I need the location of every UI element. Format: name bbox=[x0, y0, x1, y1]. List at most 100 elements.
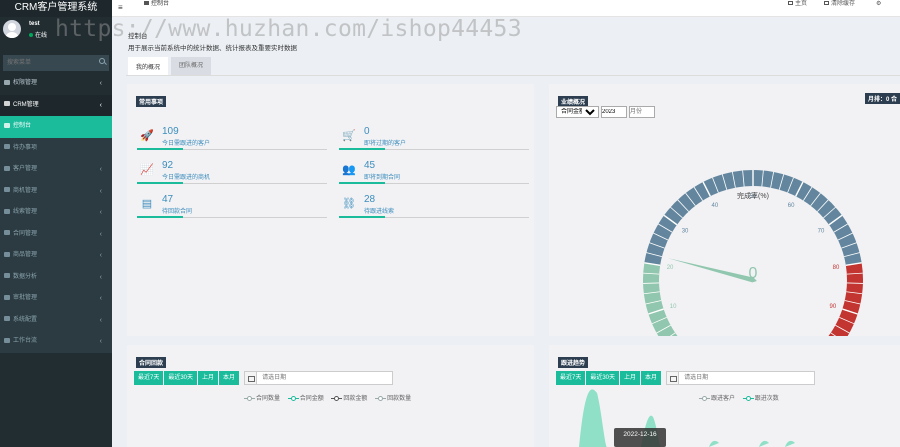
legend-label: 合同金额 bbox=[299, 396, 324, 402]
date-picker bbox=[666, 371, 816, 385]
sidebar-item[interactable]: 线索管理 ‹ bbox=[0, 202, 112, 224]
nav-clear-cache[interactable]: 清除缓存 bbox=[824, 0, 855, 16]
nav-settings[interactable]: ⚙ bbox=[876, 0, 881, 16]
legend-label: 跟进次数 bbox=[754, 396, 779, 402]
sidebar-item[interactable]: 工作台流 ‹ bbox=[0, 331, 112, 353]
chevron-left-icon: ‹ bbox=[99, 166, 102, 173]
followup-area bbox=[709, 440, 719, 447]
stat-label: 即将过期的客户 bbox=[364, 141, 407, 147]
contract-payment-panel: 合同回款 最近7天最近30天上月本月 合同数量 合同金额 回款金额 回款数量 bbox=[127, 345, 534, 447]
legend-line-icon bbox=[742, 395, 754, 401]
followup-range-buttons: 最近7天 最近30天 上月 本月 bbox=[556, 371, 816, 385]
task-stat[interactable]: ⛓ 28 待跟进线索 bbox=[339, 193, 529, 225]
chevron-left-icon: ‹ bbox=[99, 295, 102, 302]
rocket-icon: 🚀 bbox=[140, 130, 154, 142]
legend-line-icon bbox=[244, 395, 255, 401]
legend-item[interactable]: 回款金额 bbox=[331, 395, 367, 402]
date-input[interactable] bbox=[679, 371, 816, 385]
legend-line-icon bbox=[375, 395, 387, 401]
sidebar-item-label: 待办事项 bbox=[13, 144, 38, 151]
stat-value: 92 bbox=[162, 160, 174, 171]
avatar[interactable] bbox=[3, 20, 21, 38]
nav-tab-dashboard[interactable]: 控制台 bbox=[140, 0, 173, 16]
contract-range-buttons: 最近7天 最近30天 上月 本月 bbox=[134, 371, 394, 385]
stat-value: 109 bbox=[162, 126, 179, 137]
sidebar-item-label: 工作台流 bbox=[13, 338, 38, 344]
gear-icon[interactable]: ⚙ bbox=[876, 1, 881, 7]
contract-legend: 合同数量 合同金额 回款金额 回款数量 bbox=[244, 393, 417, 402]
legend-item[interactable]: 合同金额 bbox=[287, 395, 324, 402]
legend-label: 合同数量 bbox=[256, 396, 281, 402]
menu-item-icon bbox=[4, 101, 10, 107]
sidebar-item[interactable]: 数据分析 ‹ bbox=[0, 266, 112, 288]
menu-search-input[interactable] bbox=[3, 55, 109, 71]
sidebar-item[interactable]: 审批管理 ‹ bbox=[0, 288, 112, 310]
sidebar-item[interactable]: 商品管理 ‹ bbox=[0, 245, 112, 267]
stat-value: 47 bbox=[162, 194, 174, 205]
sidebar-item-label: 控制台 bbox=[13, 123, 32, 129]
search-icon[interactable] bbox=[99, 58, 105, 64]
menu-item-icon bbox=[4, 208, 10, 214]
sidebar-item[interactable]: 客户管理 ‹ bbox=[0, 159, 112, 181]
gauge-tick bbox=[846, 282, 863, 284]
legend-item[interactable]: 跟进次数 bbox=[742, 395, 779, 402]
legend-line-icon bbox=[699, 395, 710, 401]
task-stat[interactable]: 📈 92 今日需跟进的商机 bbox=[137, 159, 327, 191]
sidebar-item[interactable]: 合同管理 ‹ bbox=[0, 223, 112, 245]
range-this-month-button[interactable]: 本月 bbox=[219, 371, 240, 385]
range-this-month-button[interactable]: 本月 bbox=[641, 371, 662, 385]
range-30-days-button[interactable]: 最近30天 bbox=[586, 371, 620, 385]
stat-progress-fill bbox=[339, 216, 385, 218]
legend-item[interactable]: 跟进客户 bbox=[699, 395, 736, 402]
chevron-left-icon: ‹ bbox=[99, 338, 102, 345]
followup-trend-panel: 跟进趋势 最近7天最近30天上月本月 跟进客户 跟进次数 2022-12-16 bbox=[549, 345, 900, 447]
task-stat[interactable]: 🚀 109 今日需跟进的客户 bbox=[137, 125, 327, 157]
sidebar-item[interactable]: 系统配置 ‹ bbox=[0, 309, 112, 331]
chevron-left-icon: ‹ bbox=[99, 187, 102, 195]
task-stat[interactable]: 👥 45 即将到期合同 bbox=[339, 159, 529, 191]
sidebar-item-label: 客户管理 bbox=[13, 166, 38, 172]
stat-progress-fill bbox=[137, 182, 183, 184]
calendar-icon[interactable] bbox=[244, 371, 258, 385]
overview-tabs: 我的概况 团队概况 bbox=[128, 57, 214, 75]
legend-line-icon bbox=[331, 395, 343, 401]
menu-item-icon bbox=[4, 230, 10, 236]
nav-home-link[interactable]: 主页 bbox=[788, 0, 807, 16]
users-icon: 👥 bbox=[342, 164, 356, 176]
range-last-month-button[interactable]: 上月 bbox=[198, 371, 219, 385]
legend-label: 跟进客户 bbox=[711, 396, 736, 402]
legend-line-icon bbox=[287, 395, 299, 401]
sidebar-item[interactable]: CRM管理 ‹ bbox=[0, 94, 112, 116]
legend-item[interactable]: 合同数量 bbox=[244, 395, 281, 402]
watermark: https://www.huzhan.com/ishop44453 bbox=[55, 16, 522, 42]
range-7-days-button[interactable]: 最近7天 bbox=[134, 371, 164, 385]
menu-item-icon bbox=[4, 294, 10, 300]
cart-icon: 🛒 bbox=[342, 130, 356, 142]
stat-value: 28 bbox=[364, 194, 376, 205]
task-stat[interactable]: ▤ 47 待回款合同 bbox=[137, 193, 327, 225]
range-30-days-button[interactable]: 最近30天 bbox=[164, 371, 198, 385]
chevron-left-icon: ‹ bbox=[99, 316, 102, 324]
completion-gauge: 0102030405060708090100完成率(%)0 bbox=[642, 170, 864, 336]
tab-team-overview[interactable]: 团队概况 bbox=[171, 57, 212, 75]
range-last-month-button[interactable]: 上月 bbox=[620, 371, 641, 385]
calendar-icon[interactable] bbox=[666, 371, 680, 385]
sidebar-item[interactable]: 商机管理 ‹ bbox=[0, 180, 112, 202]
task-stat[interactable]: 🛒 0 即将过期的客户 bbox=[339, 125, 529, 157]
sidebar-item[interactable]: 权限管理 ‹ bbox=[0, 73, 112, 95]
menu-toggle-icon[interactable]: ≡ bbox=[118, 4, 126, 12]
sidebar-item-label: 系统配置 bbox=[13, 316, 38, 323]
sidebar-item[interactable]: 控制台 bbox=[0, 116, 112, 138]
chevron-left-icon: ‹ bbox=[99, 252, 102, 259]
legend-label: 回款数量 bbox=[387, 396, 412, 402]
gauge-tick-label: 20 bbox=[667, 265, 674, 271]
menu-item-icon bbox=[4, 187, 10, 193]
legend-item[interactable]: 回款数量 bbox=[375, 395, 412, 402]
range-7-days-button[interactable]: 最近7天 bbox=[556, 371, 586, 385]
sidebar-item[interactable]: 待办事项 bbox=[0, 137, 112, 159]
chevron-left-icon: ‹ bbox=[99, 209, 102, 216]
date-input[interactable] bbox=[257, 371, 394, 385]
tab-my-overview[interactable]: 我的概况 bbox=[128, 57, 169, 75]
page-subtitle: 用于展示当前系统中的统计数据、统计报表及重要实时数据 bbox=[128, 45, 297, 52]
app-brand: CRM客户管理系统 bbox=[0, 0, 112, 17]
